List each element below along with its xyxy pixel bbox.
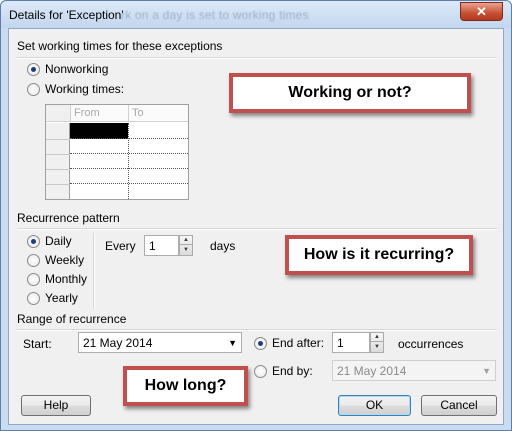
start-date-combo[interactable]: 21 May 2014 ▼: [78, 332, 242, 353]
spin-down-icon[interactable]: ▼: [371, 343, 383, 352]
monthly-radio-dot[interactable]: [27, 272, 40, 286]
close-icon: ✕: [476, 4, 487, 19]
start-date-value: 21 May 2014: [83, 336, 153, 350]
every-days-input[interactable]: 1: [144, 235, 179, 256]
grid-header-from: From: [70, 105, 128, 122]
end-after-spinner[interactable]: ▲ ▼: [370, 332, 384, 353]
close-button[interactable]: ✕: [460, 2, 503, 21]
window-title-ghost-text: rk on a day is set to working times: [121, 8, 309, 22]
grid-row-divider: [46, 154, 70, 155]
end-by-radio-dot[interactable]: [254, 364, 267, 378]
grid-row[interactable]: [70, 169, 188, 184]
grid-row[interactable]: [70, 139, 188, 154]
grid-row-divider: [46, 169, 70, 170]
yearly-radio-dot[interactable]: [27, 291, 40, 305]
nonworking-radio[interactable]: Nonworking: [27, 62, 108, 76]
grid-row-divider: [46, 139, 70, 140]
daily-radio[interactable]: Daily: [27, 234, 72, 248]
working-times-radio-dot[interactable]: [27, 82, 40, 96]
end-by-date-value: 21 May 2014: [337, 364, 407, 378]
end-by-label: End by:: [272, 364, 313, 378]
cancel-button[interactable]: Cancel: [421, 395, 497, 416]
monthly-label: Monthly: [45, 272, 88, 286]
occurrences-label: occurrences: [398, 337, 464, 351]
ok-button[interactable]: OK: [338, 395, 411, 416]
weekly-radio[interactable]: Weekly: [27, 253, 84, 267]
working-times-group-label: Set working times for these exceptions: [17, 39, 223, 53]
recurrence-divider: [17, 228, 497, 230]
weekly-label: Weekly: [45, 253, 85, 267]
every-label: Every: [105, 239, 136, 253]
yearly-label: Yearly: [45, 291, 78, 305]
spin-up-icon[interactable]: ▲: [180, 236, 192, 245]
range-group-label: Range of recurrence: [17, 312, 127, 326]
every-days-spinner[interactable]: ▲ ▼: [179, 235, 193, 256]
grid-cell-selected[interactable]: [70, 123, 128, 139]
end-after-radio[interactable]: End after:: [254, 336, 324, 350]
recurrence-vertical-divider: [93, 233, 95, 309]
end-by-radio[interactable]: End by:: [254, 364, 313, 378]
title-bar[interactable]: Details for 'Exception' rk on a day is s…: [1, 1, 511, 28]
nonworking-radio-dot[interactable]: [27, 62, 40, 76]
end-by-date-combo[interactable]: 21 May 2014 ▼: [332, 360, 496, 381]
working-times-grid[interactable]: From To: [45, 104, 189, 200]
grid-header-to: To: [128, 105, 188, 122]
chevron-down-icon[interactable]: ▼: [482, 366, 491, 376]
working-times-radio[interactable]: Working times:: [27, 82, 124, 96]
grid-row[interactable]: [70, 184, 188, 199]
end-after-radio-dot[interactable]: [254, 336, 267, 350]
chevron-down-icon[interactable]: ▼: [228, 338, 237, 348]
daily-radio-dot[interactable]: [27, 234, 40, 248]
monthly-radio[interactable]: Monthly: [27, 272, 87, 286]
grid-column-separator: [128, 123, 129, 199]
help-button[interactable]: Help: [21, 395, 91, 416]
working-times-label: Working times:: [45, 82, 125, 96]
window-title: Details for 'Exception': [9, 8, 124, 22]
end-after-label: End after:: [272, 336, 325, 350]
dialog-window: Details for 'Exception' rk on a day is s…: [0, 0, 512, 431]
grid-row[interactable]: [70, 154, 188, 169]
nonworking-label: Nonworking: [45, 62, 109, 76]
grid-row-divider: [46, 184, 70, 185]
spin-down-icon[interactable]: ▼: [180, 246, 192, 255]
callout-how-long: How long?: [123, 366, 248, 406]
start-label: Start:: [23, 337, 52, 351]
days-unit-label: days: [210, 239, 236, 253]
grid-cell[interactable]: [128, 123, 188, 139]
grid-corner: [46, 105, 70, 122]
grid-row-headers: [46, 123, 70, 199]
daily-label: Daily: [45, 234, 72, 248]
working-times-divider: [17, 57, 497, 59]
range-divider: [17, 329, 497, 331]
weekly-radio-dot[interactable]: [27, 253, 40, 267]
callout-working-or-not: Working or not?: [229, 73, 471, 113]
spin-up-icon[interactable]: ▲: [371, 333, 383, 342]
callout-how-recurring: How is it recurring?: [285, 235, 473, 275]
yearly-radio[interactable]: Yearly: [27, 291, 78, 305]
end-after-input[interactable]: 1: [332, 332, 370, 353]
recurrence-group-label: Recurrence pattern: [17, 211, 120, 225]
